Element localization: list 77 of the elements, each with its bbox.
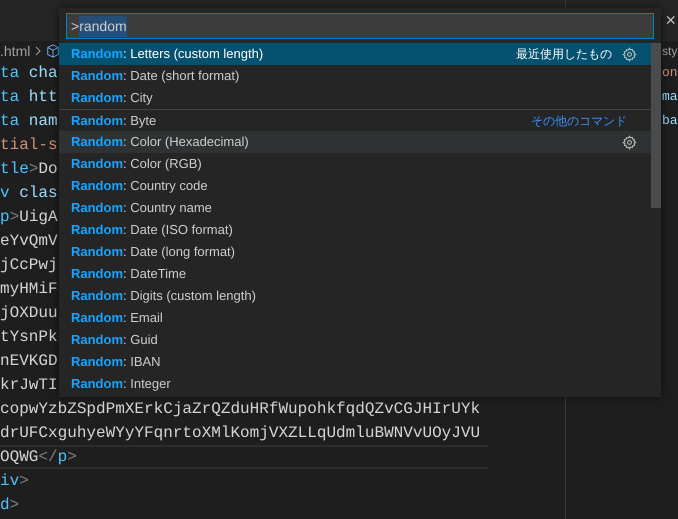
command-item[interactable]: Random: IBAN [59, 351, 651, 373]
command-label: Random: Date (short format) [71, 67, 240, 86]
command-item[interactable]: Random: Country code [59, 175, 651, 197]
command-item[interactable]: Random: City [59, 87, 651, 109]
code-text: p [58, 447, 68, 468]
code-text: nEVKGD [0, 351, 58, 372]
code-text: htt [28, 87, 58, 108]
cube-icon [46, 44, 60, 58]
chevron-icon [34, 45, 42, 57]
command-label: Random: Country code [71, 177, 209, 196]
command-label: Random: Integer [71, 375, 172, 394]
code-text: jOXDuu [0, 303, 58, 324]
code-text: iv [0, 471, 20, 492]
command-item[interactable]: Random: Email [59, 307, 651, 329]
code-text: ta [0, 87, 20, 108]
code-text: drUFCxguhyeWYyYFqnrtoXMlKomjVXZLLqUdmluBWNVvUOyJVU [0, 423, 480, 444]
code-text: clas [18, 183, 58, 204]
command-label: Random: Byte [71, 112, 158, 130]
code-text: d [0, 495, 10, 516]
command-item[interactable]: Random: Guid [59, 329, 651, 351]
close-icon[interactable]: × [665, 7, 676, 34]
group-label: 最近使用したもの [516, 46, 612, 63]
command-label: Random: Letters (custom length) [71, 45, 264, 64]
code-text: tial-s [0, 135, 58, 156]
command-label: Random: IBAN [71, 353, 162, 372]
code-text: cha [28, 63, 58, 84]
code-text: > [19, 471, 29, 492]
code-text: Do [38, 159, 58, 180]
command-item[interactable]: Random: DateTime [59, 263, 651, 285]
code-text: ba [662, 112, 678, 130]
code-text: eYvQmV [0, 231, 58, 252]
command-label: Random: Color (Hexadecimal) [71, 133, 250, 152]
command-item[interactable]: Random: Date (ISO format) [59, 219, 651, 241]
command-item[interactable]: Random: Country name [59, 197, 651, 219]
command-item[interactable]: Random: Date (long format) [59, 241, 651, 263]
command-item[interactable]: Random: Digits (custom length) [59, 285, 651, 307]
code-text: ta [0, 111, 20, 132]
command-label: Random: DateTime [71, 265, 188, 284]
code-text: > [67, 447, 77, 468]
code-text: > [28, 159, 38, 180]
settings-icon[interactable] [622, 134, 637, 150]
code-text: > [10, 207, 20, 228]
command-item[interactable]: Random: Integer [59, 373, 651, 395]
code-text: ma [662, 88, 678, 106]
settings-icon[interactable] [622, 46, 637, 62]
code-text: > [10, 495, 20, 516]
command-input[interactable]: >random [66, 13, 654, 39]
command-item[interactable]: Random: Letters (custom length) 最近使用したもの [59, 43, 651, 65]
code-text: jCcPwj [0, 255, 58, 276]
command-label: Random: City [71, 89, 154, 108]
command-label: Random: Guid [71, 331, 159, 350]
command-label: Random: Date (long format) [71, 243, 236, 262]
code-text: tYsnPk [0, 327, 58, 348]
command-label: Random: Digits (custom length) [71, 287, 257, 306]
code-text: copwYzbZSpdPmXErkCjaZrQZduHRfWupohkfqdQZvCGJHIrUYk [0, 399, 480, 420]
code-text: p [0, 207, 10, 228]
breadcrumb-file[interactable]: .html [0, 40, 30, 62]
code-text: UigA [19, 207, 58, 228]
code-text: </ [38, 447, 58, 468]
command-label: Random: Email [71, 309, 164, 328]
command-item[interactable]: Random: Date (short format) [59, 65, 651, 87]
code-text: tle [0, 159, 29, 180]
code-text: on [662, 64, 678, 82]
command-label: Random: Date (ISO format) [71, 221, 234, 240]
command-item[interactable]: Random: Color (RGB) [59, 153, 651, 175]
command-label: Random: Country name [71, 199, 213, 218]
code-text: ta [0, 63, 20, 84]
command-label: Random: Color (RGB) [71, 155, 203, 174]
code-text: myHMiF [0, 279, 58, 300]
code-text: OQWG [0, 447, 38, 468]
code-text: krJwTI [0, 375, 58, 396]
scrollbar-thumb[interactable] [651, 43, 661, 208]
breadcrumb-file[interactable]: sty [662, 42, 678, 60]
command-item[interactable]: Random: Color (Hexadecimal) [59, 131, 651, 153]
code-text: v [0, 183, 10, 204]
code-text: nam [28, 111, 58, 132]
group-label: その他のコマンド [531, 112, 627, 130]
